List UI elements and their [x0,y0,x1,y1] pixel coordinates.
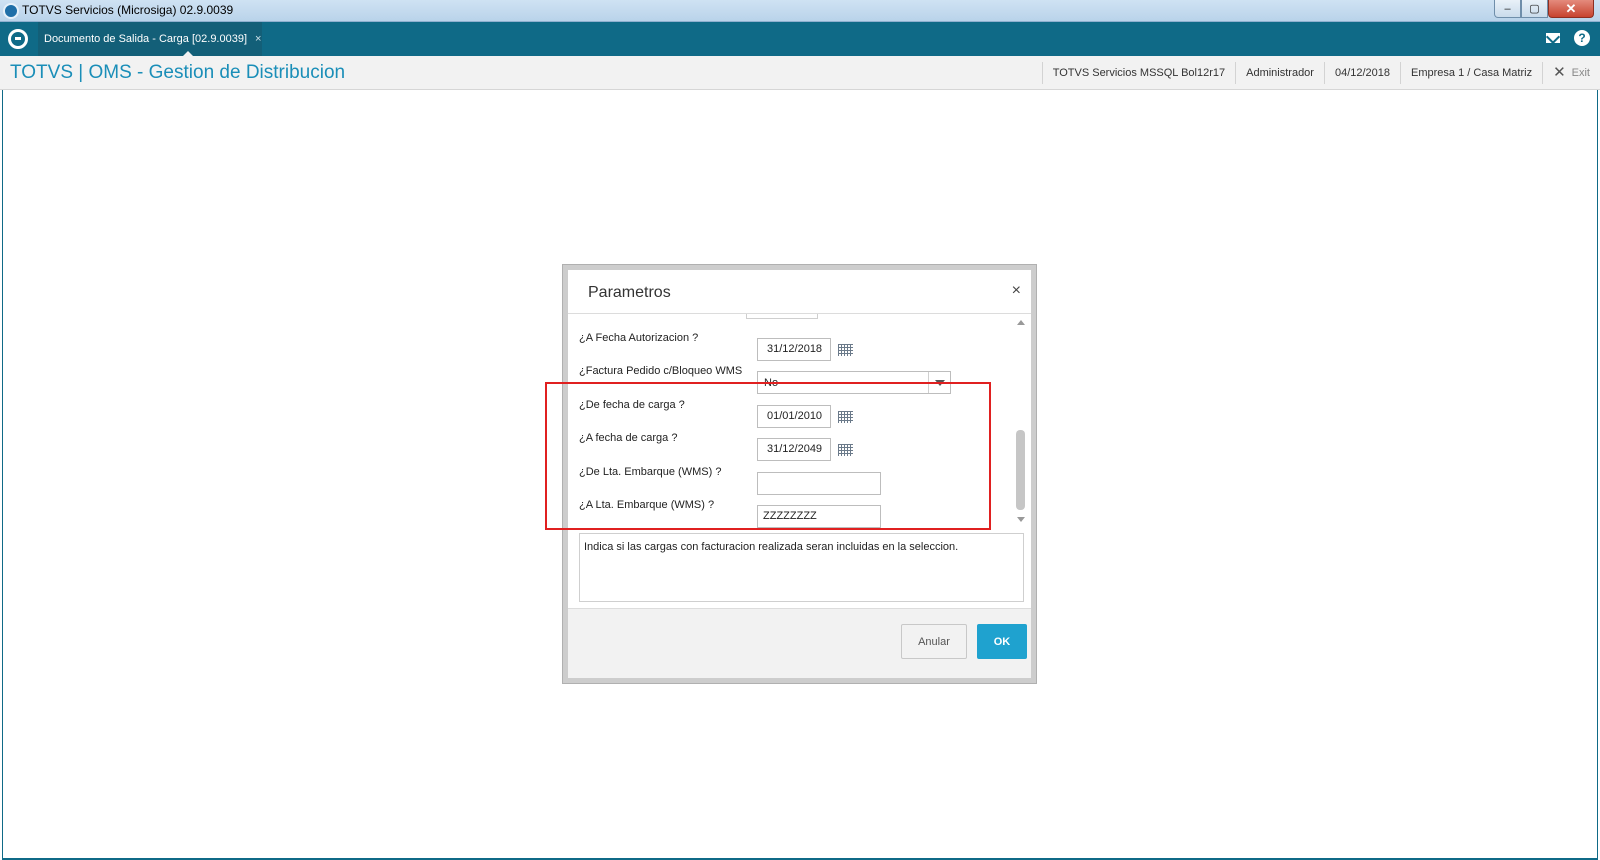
ok-button[interactable]: OK [977,624,1027,659]
form-scrollbar[interactable] [1015,318,1027,524]
de-fecha-carga-field[interactable]: 01/01/2010 [757,405,831,428]
dialog-header: Parametros × [568,270,1031,314]
calendar-icon[interactable] [838,444,853,456]
page-title: TOTVS | OMS - Gestion de Distribucion [10,62,346,83]
factura-pedido-select[interactable]: No [757,371,951,394]
chevron-down-icon[interactable] [928,372,950,393]
help-text-box: Indica si las cargas con facturacion rea… [579,533,1024,602]
calendar-icon[interactable] [838,411,853,423]
factura-pedido-label: ¿Factura Pedido c/Bloqueo WMS [579,365,743,377]
company-info[interactable]: Empresa 1 / Casa Matriz [1400,62,1542,84]
app-tabbar: Documento de Salida - Carga [02.9.0039] … [0,22,1600,57]
a-lta-embarque-label: ¿A Lta. Embarque (WMS) ? [579,499,715,511]
window-title: TOTVS Servicios (Microsiga) 02.9.0039 [22,3,234,17]
totvs-logo-icon[interactable] [8,29,28,49]
tab-close-icon[interactable]: × [255,33,261,45]
a-fecha-carga-field[interactable]: 31/12/2049 [757,438,831,461]
app-icon [3,3,19,19]
de-fecha-carga-label: ¿De fecha de carga ? [579,399,685,411]
exit-label: Exit [1571,67,1590,79]
calendar-icon[interactable] [838,344,853,356]
factura-pedido-value: No [764,377,779,389]
app-header: TOTVS | OMS - Gestion de Distribucion TO… [0,56,1600,90]
a-fecha-autorizacion-label: ¿A Fecha Autorizacion ? [579,332,699,344]
partial-field[interactable] [746,314,818,319]
session-info: TOTVS Servicios MSSQL Bol12r17 Administr… [1041,56,1600,90]
tab-label: Documento de Salida - Carga [02.9.0039] [44,33,248,45]
user-info[interactable]: Administrador [1235,62,1324,84]
restore-button[interactable]: ▢ [1521,0,1548,18]
minimize-button[interactable]: – [1494,0,1521,18]
help-icon[interactable]: ? [1574,30,1590,46]
parametros-dialog: Parametros × ¿A Fecha Autorizacion ? 31/… [562,264,1037,684]
exit-icon: ✕ [1553,64,1566,81]
date-info[interactable]: 04/12/2018 [1323,62,1400,84]
exit-button[interactable]: ✕ Exit [1542,62,1600,84]
parameter-form: ¿A Fecha Autorizacion ? 31/12/2018 ¿Fact… [568,314,1031,528]
window-controls: – ▢ ✕ [1494,0,1594,18]
scroll-thumb[interactable] [1016,430,1025,510]
de-lta-embarque-field[interactable] [757,472,881,495]
scroll-down-icon[interactable] [1017,517,1025,522]
a-fecha-carga-label: ¿A fecha de carga ? [579,432,678,444]
server-info[interactable]: TOTVS Servicios MSSQL Bol12r17 [1041,62,1235,84]
mail-icon[interactable] [1546,33,1560,43]
a-fecha-autorizacion-field[interactable]: 31/12/2018 [757,338,831,361]
de-lta-embarque-label: ¿De Lta. Embarque (WMS) ? [579,466,722,478]
dialog-body: Parametros × ¿A Fecha Autorizacion ? 31/… [568,270,1031,678]
dialog-title: Parametros [588,284,671,301]
dialog-footer: Anular OK [568,608,1031,678]
cancel-button[interactable]: Anular [901,624,967,659]
dialog-close-icon[interactable]: × [1012,282,1021,300]
close-window-button[interactable]: ✕ [1548,0,1594,18]
tab-documento-salida[interactable]: Documento de Salida - Carga [02.9.0039] … [38,22,262,57]
a-lta-embarque-field[interactable]: ZZZZZZZZ [757,505,881,528]
scroll-up-icon[interactable] [1017,320,1025,325]
os-titlebar: TOTVS Servicios (Microsiga) 02.9.0039 – … [0,0,1600,22]
